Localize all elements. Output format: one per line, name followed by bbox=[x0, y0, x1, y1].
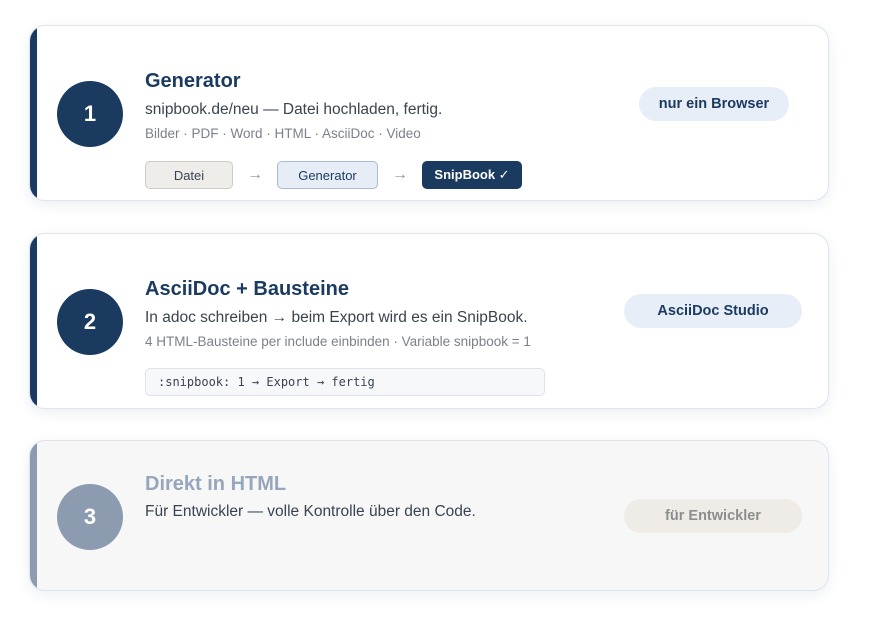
step-number-badge: 2 bbox=[57, 289, 123, 355]
flow-arrow-icon: → bbox=[247, 166, 263, 183]
code-snippet: :snipbook: 1 → Export → fertig bbox=[145, 368, 545, 396]
option-card-generator[interactable]: 1 Generator snipbook.de/neu — Datei hoch… bbox=[29, 25, 829, 201]
step-number-badge: 1 bbox=[57, 81, 123, 147]
flow-chip-datei: Datei bbox=[145, 161, 233, 189]
option-card-asciidoc[interactable]: 2 AsciiDoc + Bausteine In adoc schreiben… bbox=[29, 233, 829, 409]
card-description: snipbook.de/neu — Datei hochladen, ferti… bbox=[145, 101, 443, 118]
badge-asciidoc-studio: AsciiDoc Studio bbox=[624, 294, 802, 328]
step-number-badge: 3 bbox=[57, 484, 123, 550]
card-subtext: Bilder · PDF · Word · HTML · AsciiDoc · … bbox=[145, 126, 421, 141]
badge-fuer-entwickler: für Entwickler bbox=[624, 499, 802, 533]
option-card-html[interactable]: 3 Direkt in HTML Für Entwickler — volle … bbox=[29, 440, 829, 591]
card-subtext: 4 HTML-Bausteine per include einbinden ·… bbox=[145, 334, 531, 349]
flow-chip-generator: Generator bbox=[277, 161, 378, 189]
card-title: Generator bbox=[145, 70, 241, 92]
card-title: AsciiDoc + Bausteine bbox=[145, 278, 349, 300]
flow-chip-snipbook: SnipBook ✓ bbox=[422, 161, 522, 189]
card-description: In adoc schreiben → beim Export wird es … bbox=[145, 309, 528, 326]
badge-nur-ein-browser: nur ein Browser bbox=[639, 87, 789, 121]
flow-diagram: Datei → Generator → SnipBook ✓ bbox=[145, 161, 522, 189]
flow-arrow-icon: → bbox=[392, 166, 408, 183]
card-description: Für Entwickler — volle Kontrolle über de… bbox=[145, 503, 476, 520]
card-title: Direkt in HTML bbox=[145, 473, 287, 495]
